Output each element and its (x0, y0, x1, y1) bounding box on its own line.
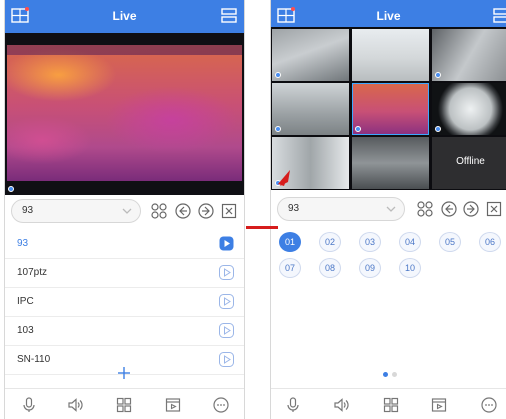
channel-button[interactable]: 03 (359, 232, 381, 252)
status-dot-icon (8, 186, 14, 192)
camera-cell[interactable] (272, 83, 349, 135)
layout-icon[interactable] (220, 7, 238, 24)
microphone-icon[interactable] (285, 397, 301, 413)
recording-icon[interactable] (165, 397, 181, 413)
live-video[interactable] (5, 33, 244, 195)
arrow-right-circle-icon[interactable] (463, 201, 479, 217)
page-dot-active (383, 372, 388, 377)
camera-cell[interactable] (432, 83, 506, 135)
list-item[interactable]: IPC (5, 288, 244, 317)
camera-cell[interactable] (352, 29, 429, 81)
recording-icon[interactable] (431, 397, 447, 413)
channel-button[interactable]: 04 (399, 232, 421, 252)
close-square-icon[interactable] (221, 203, 237, 219)
channel-button[interactable]: 07 (279, 258, 301, 278)
camera-cell[interactable] (352, 137, 429, 189)
device-list: 93 107ptz IPC 103 SN-110 (5, 230, 244, 375)
channel-button[interactable]: 01 (279, 232, 301, 252)
chevron-down-icon (122, 208, 132, 214)
app-header: Live (5, 0, 244, 33)
camera-cell-selected[interactable] (352, 83, 429, 135)
channel-button[interactable]: 02 (319, 232, 341, 252)
camera-grid: Offline (271, 27, 506, 190)
play-icon[interactable] (219, 352, 234, 367)
microphone-icon[interactable] (21, 397, 37, 413)
layout-icon[interactable] (492, 7, 506, 24)
play-icon[interactable] (219, 323, 234, 338)
camera-cell[interactable] (272, 29, 349, 81)
camera-cell-offline[interactable]: Offline (432, 137, 506, 189)
camera-cell[interactable] (432, 29, 506, 81)
more-icon[interactable] (481, 397, 497, 413)
ptz-joystick-icon[interactable] (151, 203, 167, 219)
device-selector[interactable]: 93 (277, 197, 405, 221)
play-icon[interactable] (219, 294, 234, 309)
channel-button[interactable]: 10 (399, 258, 421, 278)
play-active-icon[interactable] (219, 236, 234, 251)
status-dot-icon (435, 72, 441, 78)
play-icon[interactable] (219, 265, 234, 280)
bottom-toolbar (5, 388, 244, 419)
status-dot-icon (435, 126, 441, 132)
speaker-icon[interactable] (333, 397, 349, 413)
bottom-toolbar (271, 388, 506, 419)
grid-icon[interactable] (116, 397, 132, 413)
plus-icon[interactable] (117, 366, 131, 380)
right-screen: Live Offline 93 01 02 03 04 05 06 07 08 … (270, 0, 506, 419)
offline-label: Offline (456, 156, 485, 167)
status-dot-icon (275, 126, 281, 132)
arrow-left-circle-icon[interactable] (175, 203, 191, 219)
more-icon[interactable] (213, 397, 229, 413)
page-title: Live (376, 9, 401, 23)
annotation-connector (246, 226, 278, 229)
device-selector[interactable]: 93 (11, 199, 141, 223)
speaker-icon[interactable] (67, 397, 83, 413)
grid-icon[interactable] (383, 397, 399, 413)
page-title: Live (112, 9, 137, 23)
channel-button[interactable]: 05 (439, 232, 461, 252)
thermal-feed (7, 45, 242, 181)
ptz-joystick-icon[interactable] (417, 201, 433, 217)
list-item[interactable]: 93 (5, 230, 244, 259)
list-item[interactable]: 107ptz (5, 259, 244, 288)
annotation-arrow-icon (278, 170, 290, 186)
channel-button[interactable]: 09 (359, 258, 381, 278)
page-indicator (383, 372, 403, 378)
status-dot-icon (355, 126, 361, 132)
list-item[interactable]: 103 (5, 317, 244, 346)
close-square-icon[interactable] (486, 201, 502, 217)
selected-device: 93 (288, 203, 300, 214)
selected-device: 93 (22, 205, 34, 216)
status-dot-icon (275, 72, 281, 78)
page-dot (392, 372, 397, 377)
left-screen: Live 93 93 107ptz IPC 103 SN-110 (4, 0, 245, 419)
arrow-right-circle-icon[interactable] (198, 203, 214, 219)
arrow-left-circle-icon[interactable] (441, 201, 457, 217)
channel-button[interactable]: 06 (479, 232, 501, 252)
channel-button[interactable]: 08 (319, 258, 341, 278)
chevron-down-icon (386, 206, 396, 212)
